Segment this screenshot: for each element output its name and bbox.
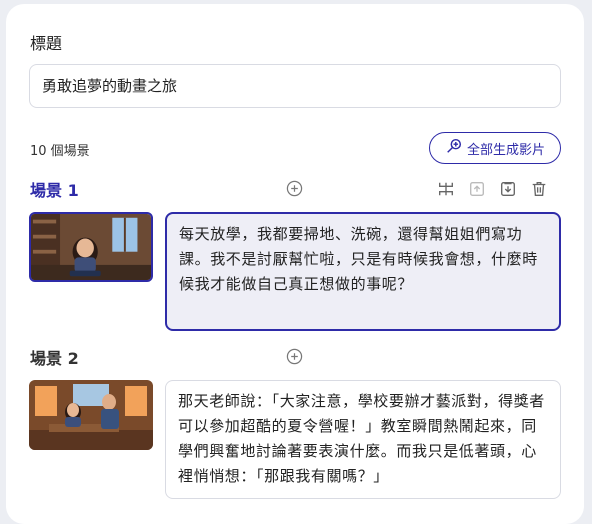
generate-all-videos-label: 全部生成影片: [466, 142, 545, 158]
scene-toolbar: [436, 179, 549, 199]
delete-scene-button[interactable]: [529, 179, 549, 199]
split-scene-button[interactable]: [436, 179, 456, 199]
plus-circle-icon: [286, 348, 303, 365]
title-label: 標題: [30, 34, 63, 53]
merge-up-icon: [470, 182, 484, 196]
trash-icon: [532, 182, 546, 196]
magic-sparkle-icon: [445, 137, 463, 159]
merge-up-button[interactable]: [467, 179, 487, 199]
scene-1-thumbnail[interactable]: [29, 212, 153, 282]
scene-2-thumbnail[interactable]: [29, 380, 153, 450]
scene-count: 10 個場景: [30, 144, 90, 159]
scene-1-text[interactable]: 每天放學，我都要掃地、洗碗，還得幫姐姐們寫功課。我不是討厭幫忙啦，只是有時候我會…: [165, 212, 561, 331]
merge-down-icon: [501, 182, 515, 196]
title-input[interactable]: 勇敢追夢的動畫之旅: [29, 64, 561, 108]
scene-1-image: [31, 214, 151, 280]
scene-2-image: [29, 380, 153, 450]
plus-circle-icon: [286, 180, 303, 197]
scene-2-text[interactable]: 那天老師說：「大家注意，學校要辦才藝派對，得獎者可以參加超酷的夏令營喔！」教室瞬…: [165, 380, 561, 499]
scene-1-title: 場景 1: [30, 181, 79, 200]
generate-all-videos-button[interactable]: 全部生成影片: [429, 132, 561, 164]
add-scene-button-2[interactable]: [286, 348, 303, 365]
story-editor-panel: 標題 勇敢追夢的動畫之旅 10 個場景 全部生成影片 場景 1 每天放學，我都要…: [6, 4, 584, 524]
scene-2-title: 場景 2: [30, 349, 79, 368]
merge-down-button[interactable]: [498, 179, 518, 199]
split-icon: [439, 182, 453, 196]
add-scene-button[interactable]: [286, 180, 303, 197]
